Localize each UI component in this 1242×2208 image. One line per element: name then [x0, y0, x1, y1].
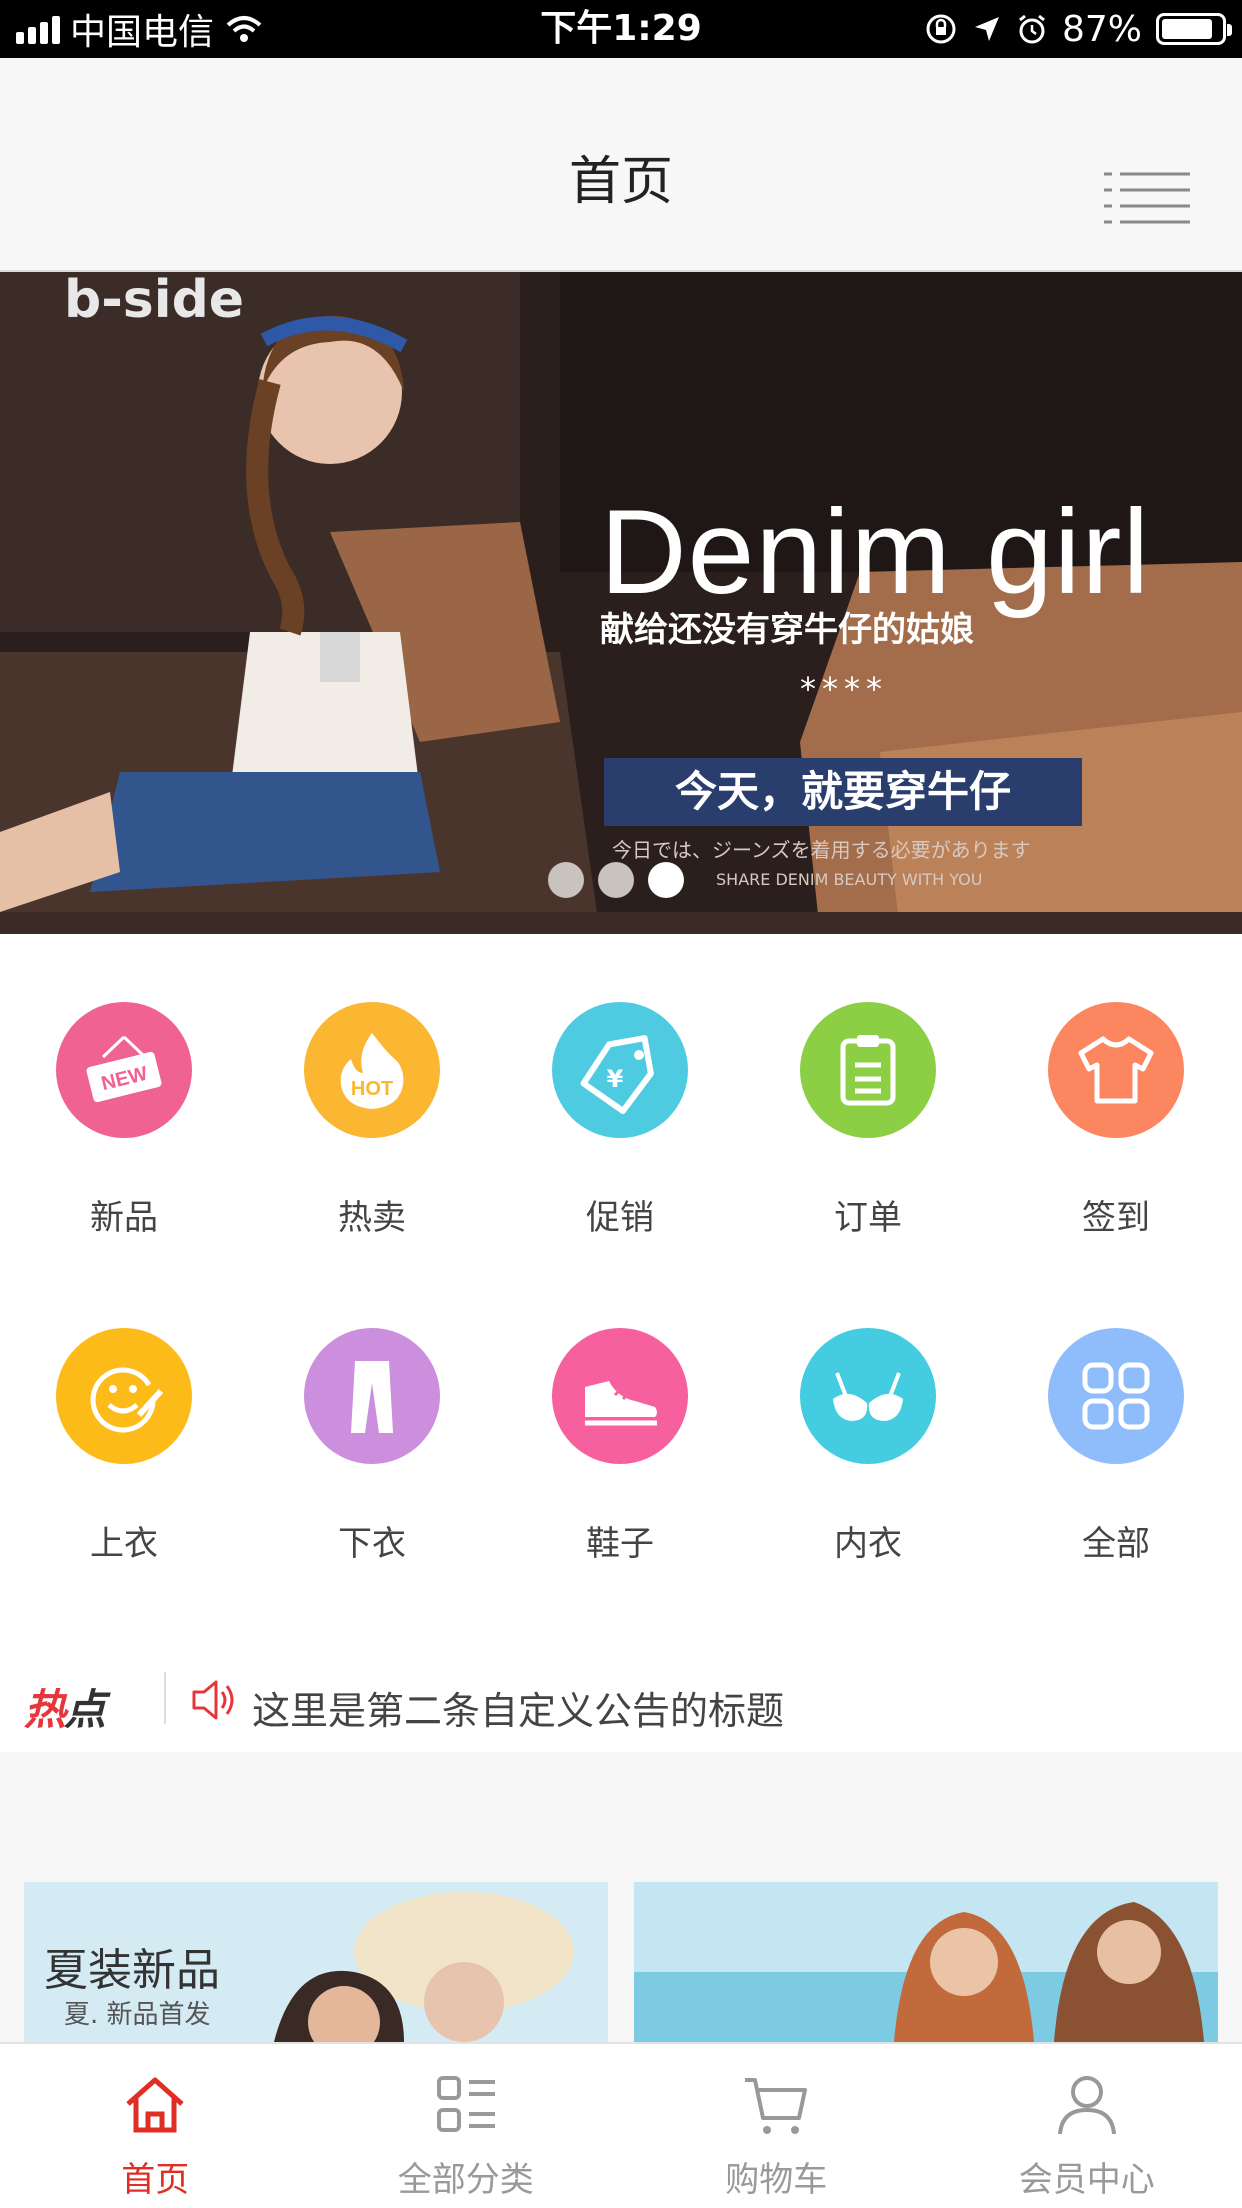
category-order[interactable]: 订单: [744, 934, 992, 1238]
pants-icon: [351, 1361, 393, 1433]
notice-bar[interactable]: 热点 这里是第二条自定义公告的标题: [0, 1640, 1242, 1752]
category-new[interactable]: NEW 新品: [0, 934, 248, 1238]
notice-text: 这里是第二条自定义公告的标题: [252, 1689, 785, 1733]
tab-cart[interactable]: 购物车: [621, 2044, 932, 2208]
category-label: 签到: [1082, 1198, 1150, 1238]
speaker-icon: [192, 1680, 234, 1720]
banner-headline: Denim girl: [600, 485, 1151, 619]
category-circle: [56, 1328, 192, 1464]
category-checkin[interactable]: 签到: [992, 934, 1240, 1238]
status-right: 87%: [924, 8, 1232, 50]
location-icon: [974, 17, 999, 41]
category-promo[interactable]: ¥ 促销: [496, 934, 744, 1238]
rotation-lock-icon: [926, 14, 956, 44]
category-grid: NEW 新品 HOT 热卖 ¥ 促销 订单 签到 上衣 下衣 鞋子 内衣 全部: [0, 934, 1242, 1604]
home-icon: [126, 2077, 184, 2133]
svg-text:HOT: HOT: [351, 1078, 393, 1100]
category-label: 新品: [90, 1198, 158, 1238]
tab-member[interactable]: 会员中心: [932, 2044, 1242, 2208]
notice-badge-text: 热点: [24, 1685, 106, 1734]
bra-icon: [833, 1372, 903, 1421]
tab-label: 全部分类: [397, 2160, 534, 2200]
category-label: 热卖: [338, 1198, 406, 1238]
category-label: 内衣: [834, 1524, 902, 1564]
category-circle: [552, 1328, 688, 1464]
carousel-dot[interactable]: [598, 862, 634, 898]
alarm-icon: [1019, 14, 1045, 44]
banner-carousel[interactable]: b-side Denim girl 献给还没有穿牛仔的姑娘 **** 今天，就要…: [0, 272, 1242, 934]
banner-subtitle: 献给还没有穿牛仔的姑娘: [600, 610, 974, 650]
battery-percent: 87%: [1061, 8, 1142, 50]
new-tag-icon: NEW: [86, 1035, 162, 1103]
banner-stars: ****: [800, 670, 888, 708]
promo-title: 夏装新品: [44, 1945, 220, 1996]
carousel-dot[interactable]: [648, 862, 684, 898]
carousel-dot[interactable]: [548, 862, 584, 898]
category-circle: ¥: [552, 1002, 688, 1138]
tab-label: 购物车: [725, 2160, 828, 2200]
category-circle: [1048, 1328, 1184, 1464]
banner-jp-text: 今日では、ジーンズを着用する必要があります: [612, 838, 1031, 862]
category-label: 上衣: [90, 1524, 158, 1564]
promo-card-beach[interactable]: [634, 1882, 1218, 2042]
nav-bar: 首页: [0, 58, 1242, 272]
promo-image: [634, 1882, 1218, 2042]
list-menu-icon[interactable]: [1104, 170, 1190, 226]
tshirt-icon: [1078, 1036, 1154, 1104]
category-label: 促销: [586, 1198, 654, 1238]
category-circle: HOT: [304, 1002, 440, 1138]
category-hot[interactable]: HOT 热卖: [248, 934, 496, 1238]
battery-fill: [1162, 19, 1213, 39]
tab-label: 首页: [121, 2160, 190, 2200]
battery-icon: [1156, 13, 1232, 45]
category-label: 下衣: [338, 1524, 406, 1564]
category-circle: [304, 1328, 440, 1464]
page-title: 首页: [568, 152, 673, 212]
category-shoes[interactable]: 鞋子: [496, 1260, 744, 1564]
tab-label: 会员中心: [1018, 2160, 1155, 2200]
promo-subtitle: 夏. 新品首发: [64, 2000, 211, 2030]
notice-divider: [164, 1672, 166, 1724]
banner-brand: b-side: [64, 272, 245, 330]
category-label: 订单: [834, 1198, 902, 1238]
grid-icon: [1082, 1362, 1150, 1430]
category-label: 鞋子: [586, 1524, 654, 1564]
category-circle: [800, 1328, 936, 1464]
banner-cta: 今天，就要穿牛仔: [604, 758, 1082, 826]
smile-pen-icon: [90, 1367, 164, 1433]
promo-card-summer[interactable]: 夏装新品 夏. 新品首发: [24, 1882, 608, 2042]
hot-flame-icon: HOT: [340, 1033, 404, 1109]
notice-badge: 热点: [24, 1676, 106, 1737]
user-icon: [1057, 2076, 1116, 2135]
category-circle: [800, 1002, 936, 1138]
category-circle: [1048, 1002, 1184, 1138]
tab-categories[interactable]: 全部分类: [311, 2044, 622, 2208]
tab-bar: 首页 全部分类 购物车 会员中心: [0, 2042, 1242, 2208]
category-bottoms[interactable]: 下衣: [248, 1260, 496, 1564]
category-all[interactable]: 全部: [992, 1260, 1240, 1564]
cart-icon: [745, 2078, 808, 2134]
category-tops[interactable]: 上衣: [0, 1260, 248, 1564]
category-list-icon: [436, 2076, 495, 2132]
category-circle: NEW: [56, 1002, 192, 1138]
svg-text:¥: ¥: [607, 1065, 624, 1093]
status-bar: 中国电信 下午1:29 87%: [0, 0, 1242, 58]
sneaker-icon: [585, 1381, 657, 1426]
price-tag-icon: ¥: [580, 1035, 654, 1115]
clipboard-icon: [840, 1035, 896, 1106]
category-label: 全部: [1082, 1524, 1150, 1564]
carousel-dots: [548, 862, 684, 898]
banner-en-text: SHARE DENIM BEAUTY WITH YOU: [716, 870, 983, 889]
category-underwear[interactable]: 内衣: [744, 1260, 992, 1564]
tab-home[interactable]: 首页: [0, 2044, 311, 2208]
